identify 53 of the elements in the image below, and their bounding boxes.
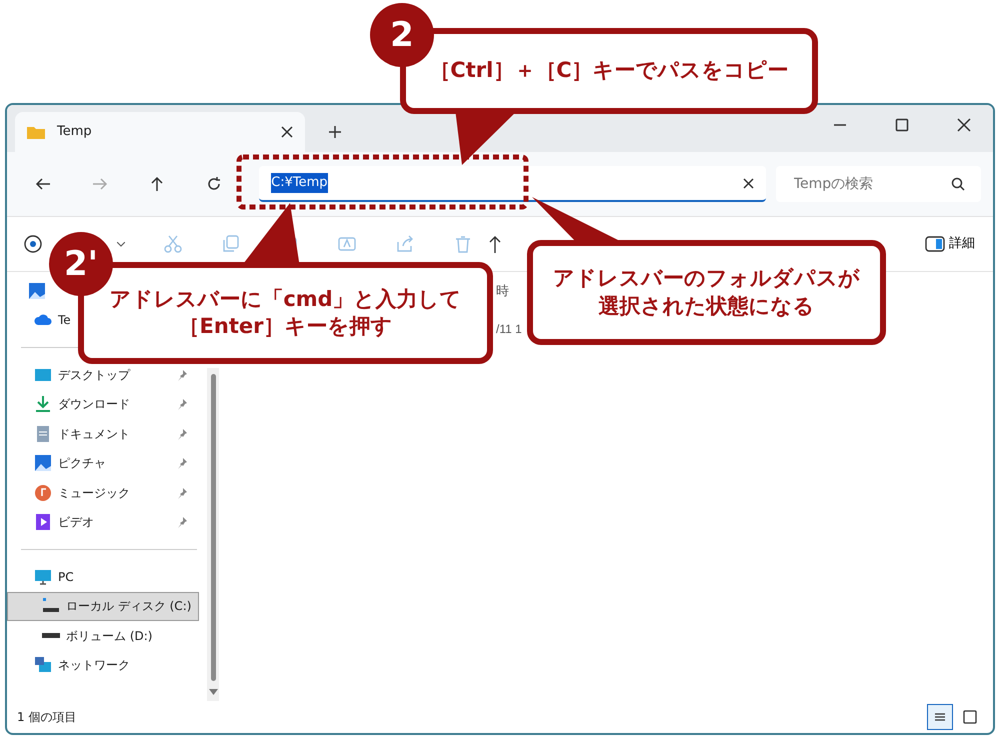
tab-title: Temp <box>57 123 93 142</box>
close-icon[interactable] <box>281 126 293 138</box>
sort-icon <box>489 234 501 254</box>
new-icon <box>23 234 43 254</box>
document-icon <box>34 424 52 443</box>
close-icon[interactable] <box>957 118 971 132</box>
scrollbar[interactable] <box>207 368 219 701</box>
share-icon <box>395 234 415 254</box>
sidebar-item[interactable]: ミュージック <box>7 478 199 508</box>
view-button[interactable] <box>927 704 953 730</box>
tab[interactable]: Temp <box>15 112 305 152</box>
item-count: 1 個の項目 <box>17 709 76 726</box>
date-cell-text: /11 1 <box>496 320 522 338</box>
sidebar-item[interactable]: ピクチャ <box>7 448 199 478</box>
folder-icon <box>27 125 45 139</box>
search-input[interactable]: Tempの検索 <box>792 172 942 196</box>
sidebar-item[interactable]: ドキュメント <box>7 419 199 448</box>
callout-text: 選択された状態になる <box>598 292 814 320</box>
search-field[interactable]: Tempの検索 <box>776 166 981 202</box>
new-tab-icon[interactable] <box>328 125 342 139</box>
search-icon <box>951 177 965 191</box>
step-badge: 2 <box>370 3 434 67</box>
clear-icon[interactable] <box>742 178 754 188</box>
network-icon <box>34 656 52 674</box>
callout-text: ［Enter］キーを押す <box>178 313 392 340</box>
details-pane-button[interactable]: 詳細 <box>921 230 979 258</box>
gallery-icon <box>28 282 46 300</box>
drive-icon <box>42 633 60 638</box>
sidebar-item[interactable]: デスクトップ <box>7 360 199 390</box>
address-field[interactable]: C:¥Temp <box>259 166 766 202</box>
cut-icon <box>163 234 183 254</box>
sidebar-item[interactable]: ダウンロード <box>7 390 199 419</box>
copy-icon <box>221 234 241 254</box>
delete-icon <box>453 234 473 254</box>
monitor-icon <box>34 568 52 586</box>
scroll-down-icon[interactable] <box>208 689 218 695</box>
video-icon <box>34 513 52 532</box>
sidebar-item[interactable]: ボリューム (D:) <box>7 621 199 650</box>
sidebar-item[interactable]: ビデオ <box>7 508 199 537</box>
sidebar-item[interactable]: ネットワーク <box>7 650 199 680</box>
sidebar-item[interactable]: PC <box>7 562 199 592</box>
sidebar-item[interactable]: ローカル ディスク (C:) <box>7 592 199 621</box>
tile-view-icon <box>961 708 979 726</box>
sidebar-item[interactable]: Te <box>7 306 77 335</box>
caret-icon <box>117 242 125 246</box>
download-icon <box>34 395 52 414</box>
column-header[interactable]: 時 <box>496 282 509 302</box>
music-icon <box>34 484 52 502</box>
callout-text: アドレスバーのフォルダパスが <box>553 265 860 292</box>
address-text: C:¥Temp <box>271 173 328 193</box>
picture-icon <box>34 454 52 472</box>
maximize-icon[interactable] <box>895 118 909 132</box>
pane-icon <box>925 236 945 252</box>
